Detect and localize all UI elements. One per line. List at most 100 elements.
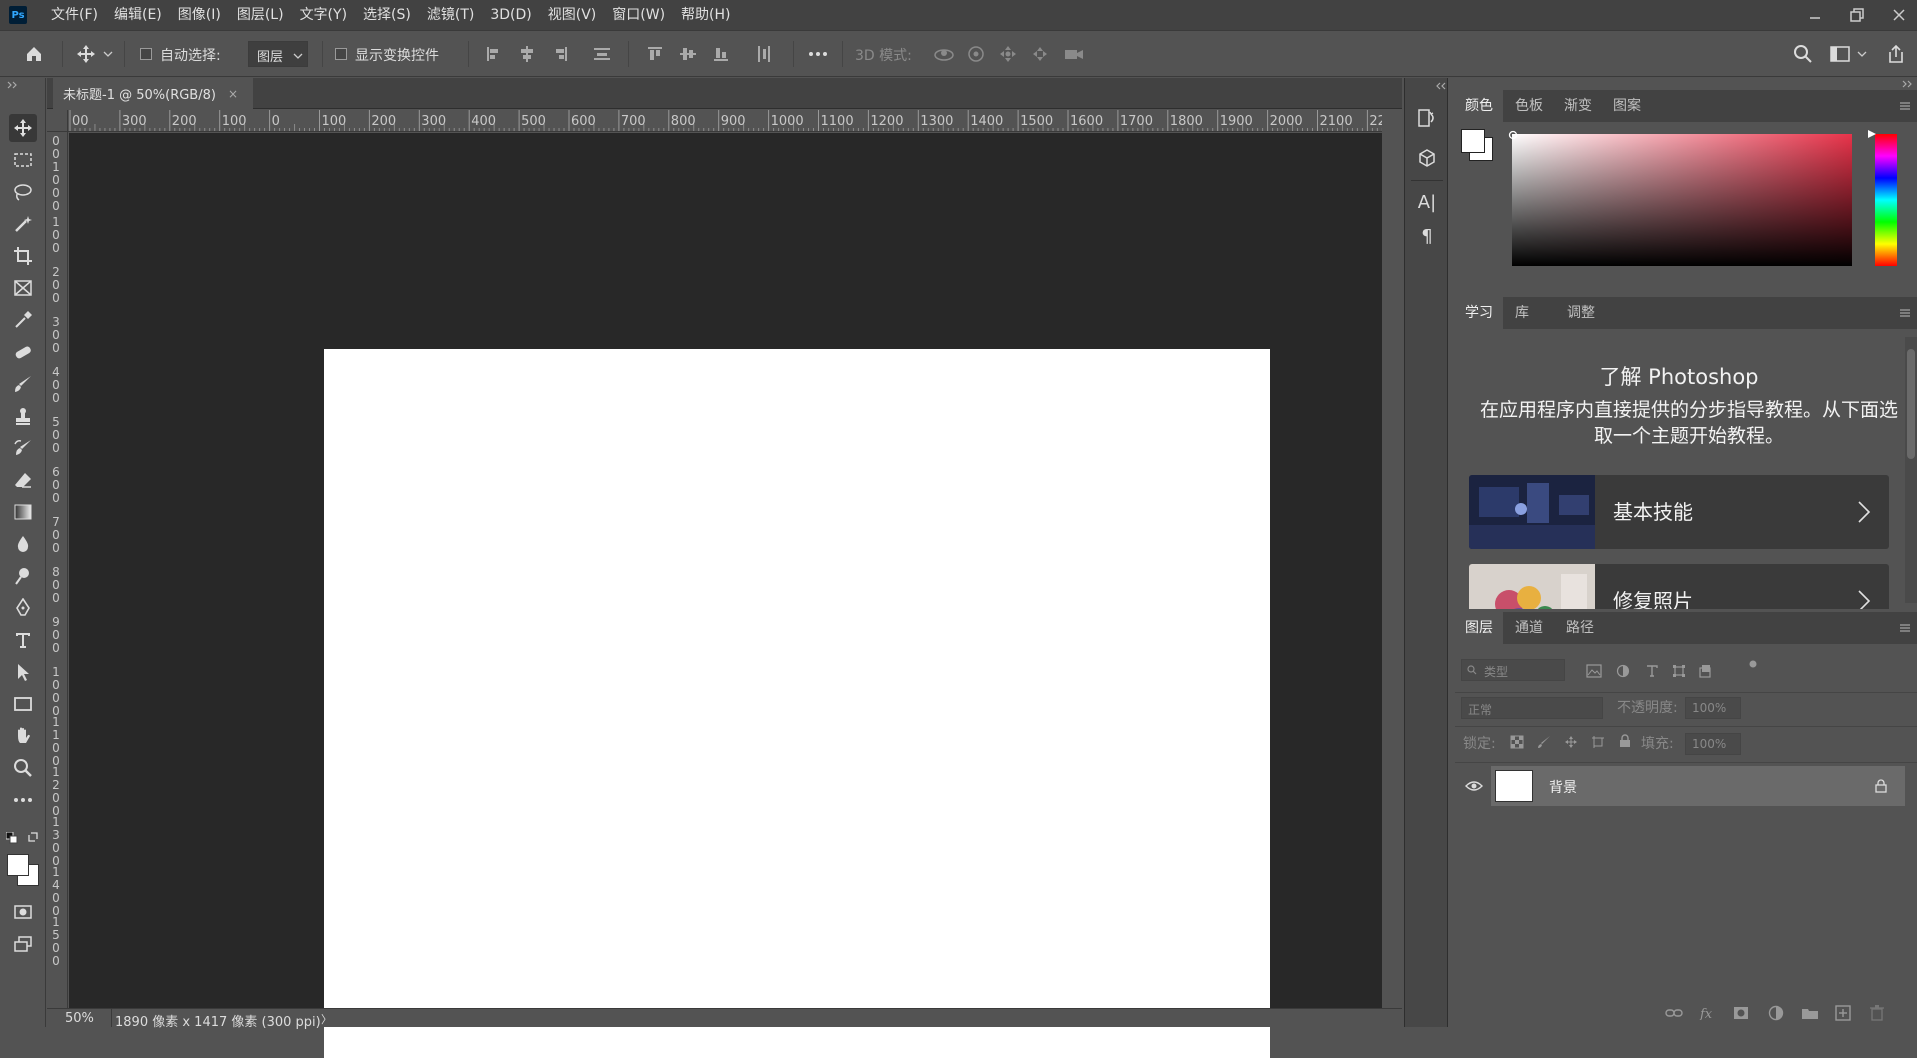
expand-panels-icon[interactable] (1902, 80, 1914, 88)
tab-gradients[interactable]: 渐变 (1554, 90, 1602, 122)
vertical-ruler[interactable]: 0 0 1 0 0 0 1 0 0 2 0 0 3 0 0 4 0 0 5 0 0 6 0 … (47, 132, 68, 1008)
smart-object-filter-icon[interactable] (1698, 664, 1712, 678)
3d-scale-button[interactable] (1062, 42, 1086, 66)
more-options-button[interactable] (806, 42, 830, 66)
foreground-color-swatch[interactable] (7, 854, 29, 876)
type-filter-icon[interactable] (1645, 664, 1659, 678)
brush-tool[interactable] (9, 370, 37, 398)
healing-brush-tool[interactable] (9, 338, 37, 366)
restore-button[interactable] (1839, 0, 1875, 30)
blend-mode-dropdown[interactable]: 正常 (1461, 697, 1603, 719)
canvas-workspace[interactable] (69, 133, 1382, 1058)
frame-tool[interactable] (9, 274, 37, 302)
layer-filter-kind[interactable]: 类型 (1461, 659, 1565, 681)
align-bottom-button[interactable] (709, 42, 733, 66)
menu-help[interactable]: 帮助(H) (673, 0, 738, 30)
distribute-horizontal-button[interactable] (752, 42, 776, 66)
menu-type[interactable]: 文字(Y) (292, 0, 355, 30)
edit-toolbar-button[interactable] (9, 786, 37, 814)
type-tool[interactable] (9, 626, 37, 654)
lesson-card[interactable]: 修复照片 (1469, 564, 1889, 609)
dodge-tool[interactable] (9, 562, 37, 590)
shape-filter-icon[interactable] (1672, 664, 1686, 678)
tab-learn[interactable]: 学习 (1455, 297, 1503, 329)
status-info-menu[interactable]: 〉 (321, 1011, 332, 1027)
home-button[interactable] (22, 42, 46, 66)
move-tool-preset-button[interactable] (74, 42, 98, 66)
link-layers-button[interactable] (1664, 1005, 1684, 1021)
lesson-card[interactable]: 基本技能 (1469, 475, 1889, 549)
rectangle-tool[interactable] (9, 690, 37, 718)
close-document-icon[interactable]: × (228, 87, 238, 101)
3d-panel-button[interactable] (1415, 146, 1439, 170)
screen-mode-button[interactable] (9, 930, 37, 958)
auto-select-checkbox[interactable] (140, 48, 152, 60)
new-layer-button[interactable] (1833, 1005, 1853, 1021)
collapse-toolbar-icon[interactable] (7, 81, 21, 89)
panel-menu-icon[interactable] (1899, 100, 1911, 112)
3d-slide-button[interactable] (1028, 42, 1052, 66)
menu-edit[interactable]: 编辑(E) (106, 0, 170, 30)
menu-image[interactable]: 图像(I) (170, 0, 229, 30)
tab-channels[interactable]: 通道 (1505, 612, 1553, 644)
zoom-level[interactable]: 50% (65, 1011, 94, 1026)
menu-layer[interactable]: 图层(L) (229, 0, 292, 30)
3d-orbit-button[interactable] (932, 42, 956, 66)
menu-window[interactable]: 窗口(W) (604, 0, 673, 30)
align-left-button[interactable] (482, 42, 506, 66)
panel-menu-icon[interactable] (1899, 307, 1911, 319)
show-transform-checkbox[interactable] (335, 48, 347, 60)
3d-pan-button[interactable] (996, 42, 1020, 66)
preset-dropdown[interactable] (102, 42, 114, 66)
ruler-origin[interactable] (47, 110, 68, 132)
align-top-button[interactable] (643, 42, 667, 66)
fill-input[interactable]: 100% (1685, 733, 1741, 755)
search-button[interactable] (1791, 42, 1815, 66)
menu-view[interactable]: 视图(V) (540, 0, 605, 30)
color-saturation-field[interactable] (1512, 134, 1852, 266)
tab-color[interactable]: 颜色 (1455, 90, 1503, 122)
filter-toggle-icon[interactable] (1749, 660, 1757, 668)
menu-file[interactable]: 文件(F) (43, 0, 106, 30)
tab-layers[interactable]: 图层 (1455, 612, 1503, 644)
workspace-button[interactable] (1828, 42, 1852, 66)
tab-adjustments[interactable]: 调整 (1551, 297, 1605, 329)
paragraph-panel-button[interactable]: ¶ (1415, 224, 1439, 248)
eyedropper-tool[interactable] (9, 306, 37, 334)
hue-slider[interactable] (1875, 134, 1897, 266)
close-window-button[interactable] (1881, 0, 1917, 30)
distribute-vertical-button[interactable] (590, 42, 614, 66)
scrollbar-thumb[interactable] (1907, 349, 1915, 459)
zoom-tool[interactable] (9, 754, 37, 782)
eye-icon[interactable] (1465, 780, 1483, 792)
move-tool[interactable] (9, 114, 37, 142)
layer-style-button[interactable]: fx (1698, 1005, 1718, 1021)
eraser-tool[interactable] (9, 466, 37, 494)
lock-artboard-icon[interactable] (1591, 735, 1605, 749)
adjustment-filter-icon[interactable] (1616, 664, 1630, 678)
history-panel-button[interactable] (1415, 106, 1439, 130)
share-button[interactable] (1884, 42, 1908, 66)
gradient-tool[interactable] (9, 498, 37, 526)
menu-select[interactable]: 选择(S) (355, 0, 419, 30)
lock-transparency-icon[interactable] (1510, 735, 1524, 749)
blur-tool[interactable] (9, 530, 37, 558)
tab-document[interactable]: 未标题-1 @ 50%(RGB/8) × (53, 78, 253, 109)
workspace-dropdown[interactable] (1856, 42, 1868, 66)
adjustment-layer-button[interactable] (1766, 1005, 1786, 1021)
tab-patterns[interactable]: 图案 (1603, 90, 1651, 122)
tab-libraries[interactable]: 库 (1505, 297, 1539, 329)
tab-paths[interactable]: 路径 (1556, 612, 1604, 644)
lock-pixels-icon[interactable] (1537, 735, 1551, 749)
panel-menu-icon[interactable] (1899, 622, 1911, 634)
marquee-tool[interactable] (9, 146, 37, 174)
default-colors-icon[interactable] (6, 832, 18, 844)
expand-dock-icon[interactable] (1435, 82, 1449, 90)
document-canvas[interactable] (324, 349, 1270, 1058)
auto-select-target-dropdown[interactable]: 图层 (248, 41, 308, 67)
history-brush-tool[interactable] (9, 434, 37, 462)
new-group-button[interactable] (1800, 1005, 1820, 1021)
menu-3d[interactable]: 3D(D) (482, 0, 539, 30)
quick-mask-button[interactable] (9, 898, 37, 926)
learn-scrollbar[interactable] (1905, 337, 1917, 603)
